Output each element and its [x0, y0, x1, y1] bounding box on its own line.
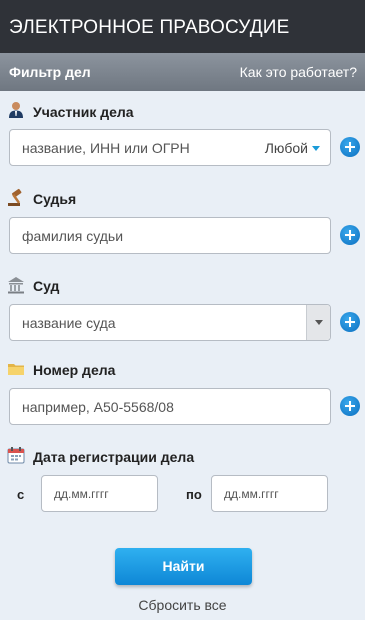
judge-placeholder: фамилия судьи — [22, 228, 124, 244]
participant-role-select[interactable]: Любой — [265, 140, 320, 156]
date-from-input[interactable]: дд.мм.гггг — [41, 475, 158, 512]
judge-label: Судья — [33, 191, 77, 207]
filter-bar: Фильтр дел Как это работает? — [0, 53, 365, 91]
date-to-placeholder: дд.мм.гггг — [224, 487, 279, 501]
registration-date-label: Дата регистрации дела — [33, 449, 195, 465]
participant-role-value: Любой — [264, 140, 308, 156]
court-placeholder: название суда — [22, 315, 116, 331]
participant-label: Участник дела — [33, 104, 134, 120]
filter-panel — [0, 91, 365, 620]
participant-input[interactable]: название, ИНН или ОГРН Любой — [9, 129, 331, 166]
how-it-works-link[interactable]: Как это работает? — [240, 64, 357, 80]
app-title: ЭЛЕКТРОННОЕ ПРАВОСУДИЕ — [9, 17, 290, 38]
add-participant-button[interactable] — [340, 137, 360, 157]
case-number-placeholder: например, А50-5568/08 — [22, 399, 174, 415]
calendar-icon — [7, 446, 25, 464]
app-header: ЭЛЕКТРОННОЕ ПРАВОСУДИЕ — [0, 0, 365, 53]
person-icon — [7, 101, 25, 119]
filter-title: Фильтр дел — [9, 64, 91, 80]
chevron-down-icon — [315, 320, 323, 325]
courthouse-icon — [7, 276, 25, 294]
gavel-icon — [7, 188, 25, 206]
chevron-down-icon — [312, 146, 320, 151]
search-button[interactable]: Найти — [115, 548, 252, 585]
case-number-input[interactable]: например, А50-5568/08 — [9, 388, 331, 425]
court-label: Суд — [33, 278, 60, 294]
date-from-label: с — [17, 487, 25, 502]
case-number-label: Номер дела — [33, 362, 116, 378]
date-to-input[interactable]: дд.мм.гггг — [211, 475, 328, 512]
add-judge-button[interactable] — [340, 225, 360, 245]
date-from-placeholder: дд.мм.гггг — [54, 487, 109, 501]
court-dropdown-toggle[interactable] — [306, 305, 330, 340]
reset-all-link[interactable]: Сбросить все — [0, 597, 365, 613]
court-select[interactable]: название суда — [9, 304, 331, 341]
folder-icon — [7, 360, 25, 378]
add-case-number-button[interactable] — [340, 396, 360, 416]
judge-input[interactable]: фамилия судьи — [9, 217, 331, 254]
date-to-label: по — [186, 487, 202, 502]
participant-placeholder: название, ИНН или ОГРН — [22, 140, 190, 156]
add-court-button[interactable] — [340, 312, 360, 332]
